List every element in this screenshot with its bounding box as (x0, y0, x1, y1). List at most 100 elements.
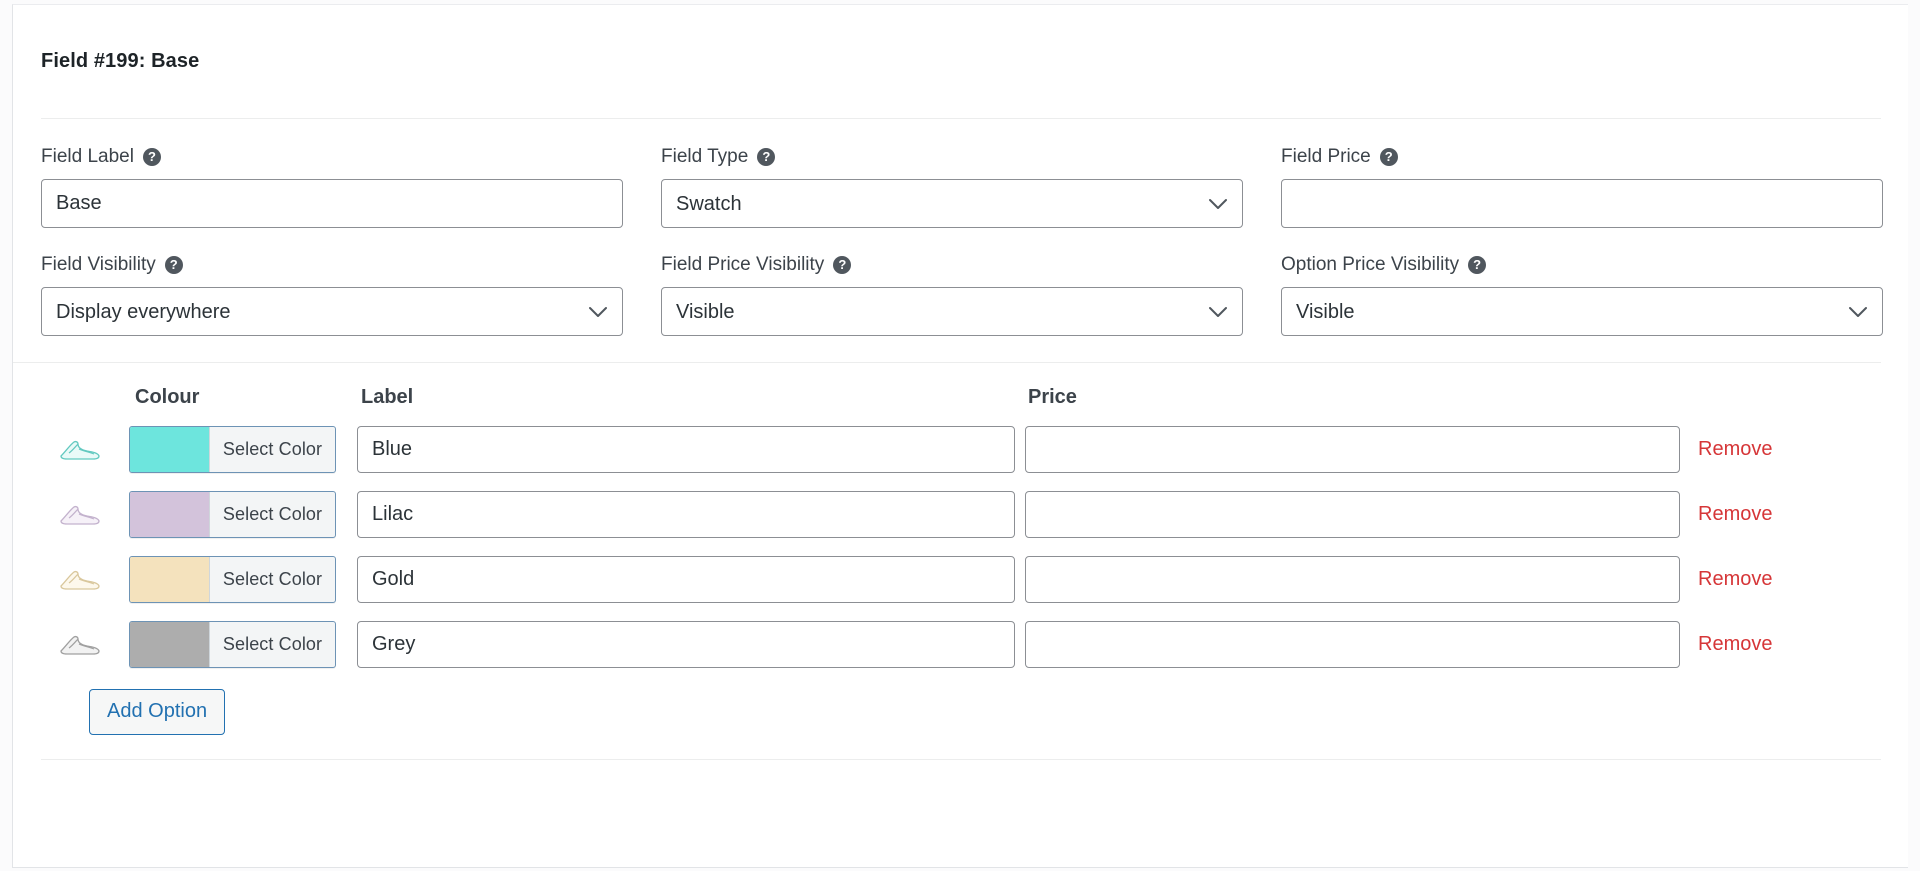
add-option-button[interactable]: Add Option (89, 689, 226, 735)
form-row-visibility: Field Visibility ? Display everywhere Fi… (13, 254, 1908, 336)
color-swatch-preview (130, 622, 210, 667)
option-price-cell (1025, 621, 1688, 668)
option-thumbnail-cell (41, 628, 129, 662)
option-label-input[interactable] (357, 621, 1015, 668)
field-type-select-wrap: Swatch (661, 179, 1243, 228)
field-type-labelline: Field Type ? (661, 146, 1243, 168)
add-option-row: Add Option (41, 689, 1881, 735)
select-color-label: Select Color (222, 439, 323, 459)
card-bottom-divider (41, 759, 1881, 760)
option-price-visibility-select[interactable]: Visible (1281, 287, 1883, 336)
field-visibility-caption: Field Visibility (41, 254, 156, 275)
option-remove-cell: Remove (1688, 633, 1808, 656)
option-colour-cell: Select Color (129, 426, 357, 473)
help-icon[interactable]: ? (142, 148, 161, 166)
option-price-input[interactable] (1025, 426, 1680, 473)
table-row: Select Color Remove (41, 417, 1881, 482)
form-row-primary: Field Label ? Field Type ? Swatch (13, 146, 1908, 228)
column-colour-header: Colour (129, 386, 357, 409)
shoe-thumbnail-icon (60, 570, 100, 590)
help-icon[interactable]: ? (1379, 148, 1398, 166)
table-row: Select Color Remove (41, 482, 1881, 547)
option-label-cell (357, 426, 1025, 473)
field-settings-card: Field #199: Base Field Label ? Field Typ… (12, 4, 1908, 868)
select-color-button[interactable]: Select Color (129, 621, 336, 668)
color-swatch-preview (130, 492, 210, 537)
field-price-visibility-caption: Field Price Visibility (661, 254, 825, 275)
column-price-header: Price (1025, 386, 1688, 409)
field-label-cell: Field Label ? (41, 146, 661, 228)
field-visibility-cell: Field Visibility ? Display everywhere (41, 254, 661, 336)
remove-option-link[interactable]: Remove (1688, 503, 1772, 525)
select-color-button[interactable]: Select Color (129, 556, 336, 603)
field-type-cell: Field Type ? Swatch (661, 146, 1281, 228)
help-icon[interactable]: ? (164, 256, 183, 274)
option-label-cell (357, 491, 1025, 538)
field-label-input[interactable] (41, 179, 623, 228)
field-price-visibility-cell: Field Price Visibility ? Visible (661, 254, 1281, 336)
field-visibility-labelline: Field Visibility ? (41, 254, 623, 276)
option-price-cell (1025, 556, 1688, 603)
option-label-cell (357, 556, 1025, 603)
colour-header-text: Colour (135, 385, 200, 408)
help-icon[interactable]: ? (1468, 256, 1487, 274)
field-price-input[interactable] (1281, 179, 1883, 228)
shoe-thumbnail-icon (60, 440, 100, 460)
shoe-thumbnail-icon (60, 505, 100, 525)
table-row: Select Color Remove (41, 547, 1881, 612)
field-label-labelline: Field Label ? (41, 146, 623, 168)
remove-option-link[interactable]: Remove (1688, 438, 1772, 460)
color-swatch-preview (130, 427, 210, 472)
column-label-header: Label (357, 386, 1025, 409)
option-price-cell (1025, 426, 1688, 473)
help-icon[interactable]: ? (833, 256, 852, 274)
option-thumbnail-cell (41, 433, 129, 467)
field-editor-page: Field #199: Base Field Label ? Field Typ… (0, 0, 1920, 871)
option-thumbnail-cell (41, 563, 129, 597)
field-price-visibility-select[interactable]: Visible (661, 287, 1243, 336)
options-table: Colour Label Price Select Color Blue Rem… (13, 362, 1881, 735)
color-swatch-preview (130, 557, 210, 602)
help-icon[interactable]: ? (757, 148, 776, 166)
options-table-header: Colour Label Price (41, 363, 1881, 417)
option-price-visibility-labelline: Option Price Visibility ? (1281, 254, 1883, 276)
select-color-label: Select Color (222, 569, 323, 589)
option-remove-cell: Remove (1688, 568, 1808, 591)
page-title: Field #199: Base (41, 50, 200, 72)
field-visibility-select-wrap: Display everywhere (41, 287, 623, 336)
table-row: Select Color Remove (41, 612, 1881, 677)
option-thumbnail-cell (41, 498, 129, 532)
field-visibility-select[interactable]: Display everywhere (41, 287, 623, 336)
field-price-caption: Field Price (1281, 146, 1371, 167)
field-type-caption: Field Type (661, 146, 749, 167)
field-price-visibility-labelline: Field Price Visibility ? (661, 254, 1243, 276)
option-remove-cell: Remove (1688, 438, 1808, 461)
select-color-button[interactable]: Select Color (129, 491, 336, 538)
field-label-caption: Field Label (41, 146, 134, 167)
option-label-input[interactable] (357, 491, 1015, 538)
remove-option-link[interactable]: Remove (1688, 568, 1772, 590)
option-price-visibility-select-wrap: Visible (1281, 287, 1883, 336)
option-colour-cell: Select Color (129, 491, 357, 538)
card-header: Field #199: Base (13, 5, 1908, 118)
option-price-visibility-caption: Option Price Visibility (1281, 254, 1460, 275)
option-colour-cell: Select Color (129, 556, 357, 603)
label-header-text: Label (361, 385, 414, 408)
option-price-input[interactable] (1025, 491, 1680, 538)
option-label-input[interactable] (357, 426, 1015, 473)
option-price-input[interactable] (1025, 621, 1680, 668)
shoe-thumbnail-icon (60, 635, 100, 655)
option-remove-cell: Remove (1688, 503, 1808, 526)
option-price-visibility-cell: Option Price Visibility ? Visible (1281, 254, 1920, 336)
select-color-label: Select Color (222, 504, 323, 524)
option-price-cell (1025, 491, 1688, 538)
option-price-input[interactable] (1025, 556, 1680, 603)
select-color-button[interactable]: Select Color (129, 426, 336, 473)
field-type-select[interactable]: Swatch (661, 179, 1243, 228)
field-price-cell: Field Price ? (1281, 146, 1920, 228)
field-price-labelline: Field Price ? (1281, 146, 1883, 168)
option-label-input[interactable] (357, 556, 1015, 603)
remove-option-link[interactable]: Remove (1688, 633, 1772, 655)
option-colour-cell: Select Color (129, 621, 357, 668)
header-divider (41, 118, 1881, 119)
